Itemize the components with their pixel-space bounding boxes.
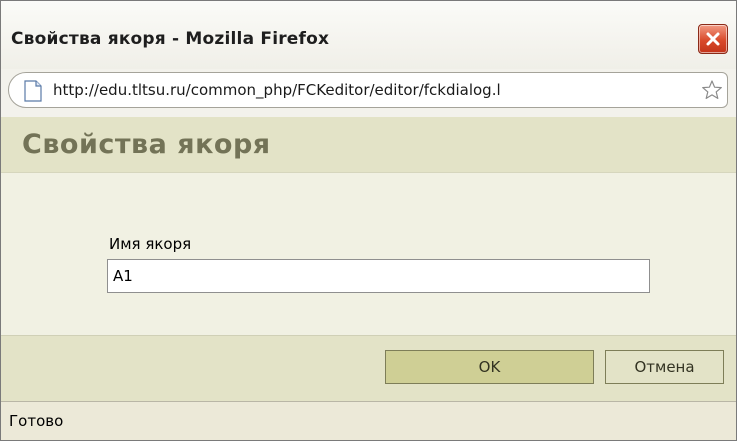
- dialog-title: Свойства якоря: [22, 129, 271, 160]
- window-title: Свойства якоря - Mozilla Firefox: [11, 29, 330, 49]
- star-icon[interactable]: [701, 79, 723, 101]
- ok-button[interactable]: OK: [385, 350, 594, 384]
- window-titlebar[interactable]: Свойства якоря - Mozilla Firefox: [1, 1, 736, 69]
- browser-popup-window: Свойства якоря - Mozilla Firefox http://…: [0, 0, 737, 441]
- status-bar: Готово: [1, 401, 736, 440]
- close-button[interactable]: [698, 24, 728, 54]
- dialog-content: Имя якоря: [1, 172, 736, 335]
- dialog-footer: OK Отмена: [1, 335, 736, 401]
- close-icon: [706, 32, 720, 46]
- anchor-name-label: Имя якоря: [109, 235, 192, 253]
- status-text: Готово: [9, 412, 64, 430]
- anchor-name-input[interactable]: [107, 259, 650, 293]
- address-field[interactable]: http://edu.tltsu.ru/common_php/FCKeditor…: [8, 72, 728, 108]
- url-bar: http://edu.tltsu.ru/common_php/FCKeditor…: [1, 69, 736, 117]
- page-icon: [24, 80, 42, 102]
- cancel-button[interactable]: Отмена: [605, 350, 724, 384]
- dialog-header: Свойства якоря: [1, 117, 736, 172]
- url-text: http://edu.tltsu.ru/common_php/FCKeditor…: [53, 81, 501, 99]
